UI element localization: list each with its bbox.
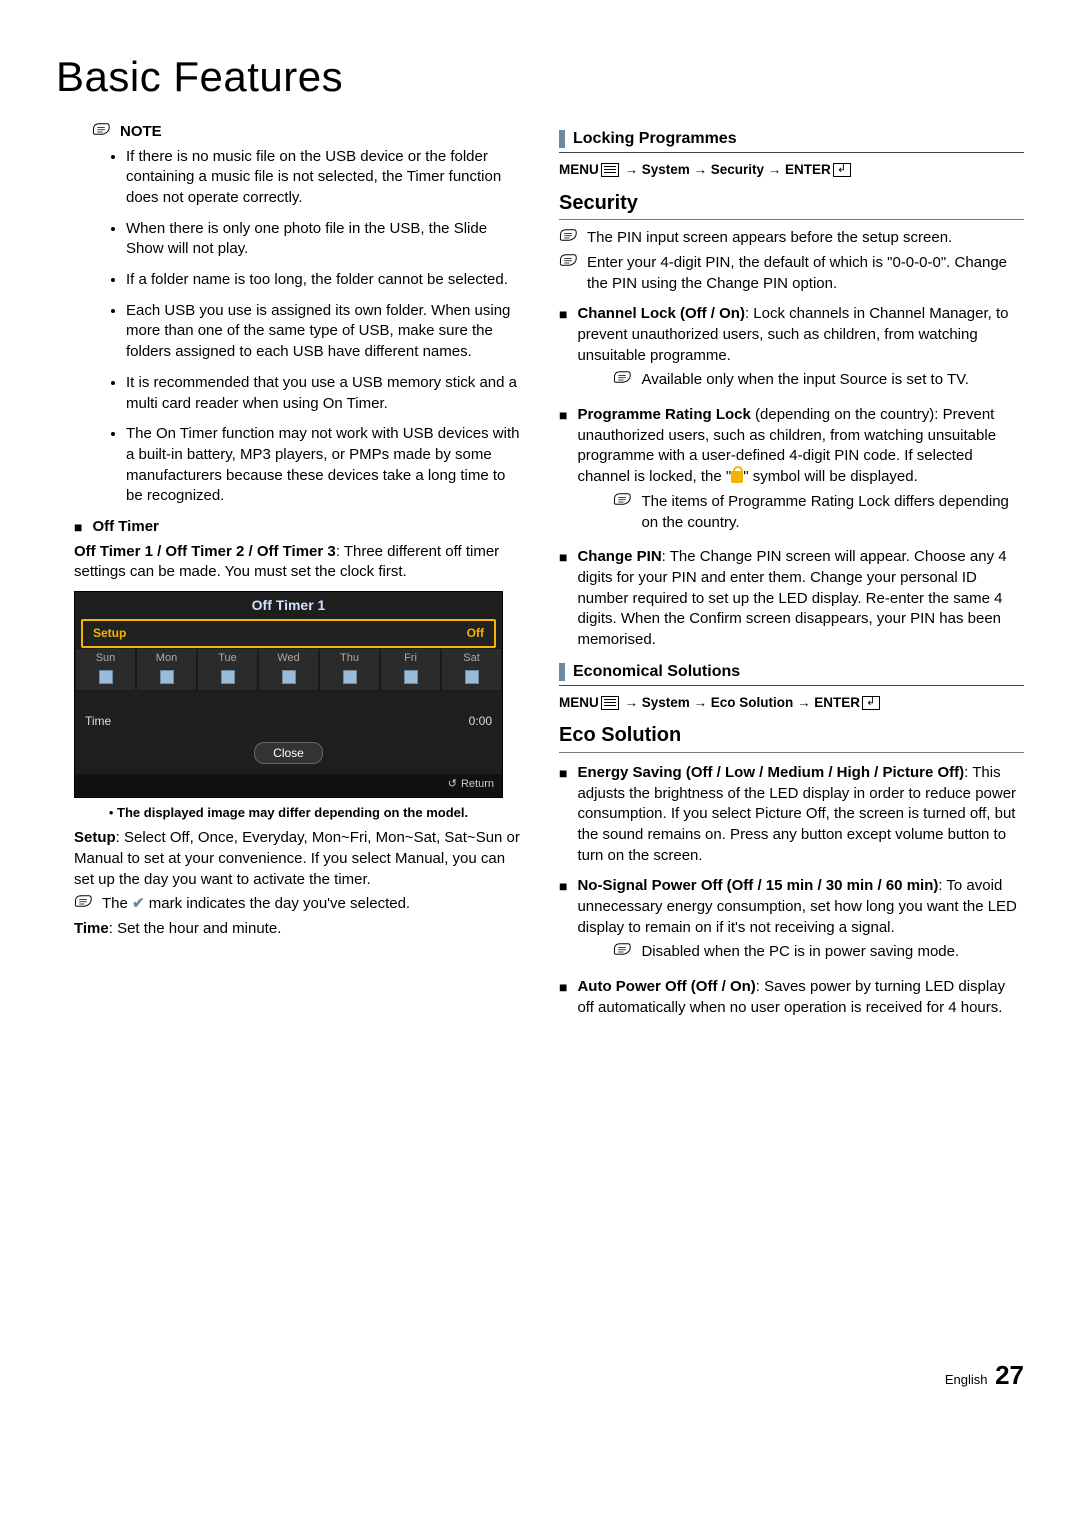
menu-icon — [601, 696, 619, 710]
change-pin-item: Change PIN: The Change PIN screen will a… — [577, 547, 1024, 650]
page-title: Basic Features — [56, 48, 1024, 106]
return-row[interactable]: ↺Return — [75, 774, 502, 797]
list-item: Each USB you use is assigned its own fol… — [126, 301, 521, 363]
timer-day-grid[interactable]: Sun Mon Tue Wed Thu Fri Sat — [75, 648, 502, 691]
note-icon — [613, 370, 631, 391]
prog-lock-subnote: The items of Programme Rating Lock diffe… — [641, 492, 1024, 533]
check-icon: ✔ — [132, 895, 145, 912]
list-item: If there is no music file on the USB dev… — [126, 147, 521, 209]
lock-icon — [731, 471, 743, 483]
model-disclaimer: • The displayed image may differ dependi… — [56, 804, 521, 822]
programme-rating-lock-item: Programme Rating Lock (depending on the … — [577, 405, 1024, 537]
menu-icon — [601, 163, 619, 177]
locking-header: Locking Programmes — [559, 128, 1024, 153]
day-cell[interactable]: Mon — [136, 648, 197, 691]
check-note: The ✔ mark indicates the day you've sele… — [102, 894, 410, 915]
square-bullet-icon: ■ — [559, 408, 567, 422]
close-button[interactable]: Close — [254, 742, 323, 765]
channel-lock-subnote: Available only when the input Source is … — [641, 370, 968, 391]
enter-icon — [862, 696, 880, 710]
enter-icon — [833, 163, 851, 177]
left-column: NOTE If there is no music file on the US… — [56, 118, 521, 1394]
square-bullet-icon: ■ — [559, 307, 567, 321]
eco-menupath: MENU → System → Eco Solution → ENTER — [559, 694, 1024, 713]
square-bullet-icon: ■ — [559, 879, 567, 893]
day-cell[interactable]: Fri — [380, 648, 441, 691]
security-header: Security — [559, 190, 1024, 221]
day-cell[interactable]: Sun — [75, 648, 136, 691]
eco-solution-header: Eco Solution — [559, 722, 1024, 753]
timer-box-title: Off Timer 1 — [75, 592, 502, 619]
day-cell[interactable]: Sat — [441, 648, 502, 691]
square-bullet-icon: ■ — [559, 766, 567, 780]
note-label: NOTE — [120, 122, 162, 143]
note-icon — [92, 122, 110, 143]
note-icon — [74, 894, 92, 915]
note-icon — [613, 492, 631, 513]
timer-time-label: Time — [85, 713, 111, 730]
autopower-item: Auto Power Off (Off / On): Saves power b… — [577, 977, 1024, 1018]
timer-time-row[interactable]: Time 0:00 — [75, 691, 502, 734]
nosignal-subnote: Disabled when the PC is in power saving … — [641, 942, 959, 963]
right-column: Locking Programmes MENU → System → Secur… — [559, 118, 1024, 1394]
off-timer-intro: Off Timer 1 / Off Timer 2 / Off Timer 3:… — [74, 542, 521, 583]
channel-lock-item: Channel Lock (Off / On): Lock channels i… — [577, 304, 1024, 395]
security-note-1: The PIN input screen appears before the … — [587, 228, 952, 249]
note-icon — [559, 253, 577, 274]
square-bullet-icon: ■ — [74, 520, 82, 534]
list-item: It is recommended that you use a USB mem… — [126, 373, 521, 414]
off-timer-screenshot: Off Timer 1 Setup Off Sun Mon Tue Wed Th… — [74, 591, 503, 798]
timer-setup-label: Setup — [93, 625, 126, 642]
security-note-2: Enter your 4-digit PIN, the default of w… — [587, 253, 1024, 294]
list-item: When there is only one photo file in the… — [126, 219, 521, 260]
locking-menupath: MENU → System → Security → ENTER — [559, 161, 1024, 180]
timer-time-value: 0:00 — [469, 713, 492, 730]
note-icon — [613, 942, 631, 963]
note-icon — [559, 228, 577, 249]
timer-setup-value: Off — [467, 625, 484, 642]
energy-saving-item: Energy Saving (Off / Low / Medium / High… — [577, 763, 1024, 866]
square-bullet-icon: ■ — [559, 550, 567, 564]
return-icon: ↺ — [448, 777, 457, 792]
economical-header: Economical Solutions — [559, 661, 1024, 686]
list-item: If a folder name is too long, the folder… — [126, 270, 521, 291]
timer-setup-row[interactable]: Setup Off — [81, 619, 496, 648]
day-cell[interactable]: Wed — [258, 648, 319, 691]
off-timer-label: Off Timer — [92, 517, 158, 538]
nosignal-item: No-Signal Power Off (Off / 15 min / 30 m… — [577, 876, 1024, 967]
day-cell[interactable]: Thu — [319, 648, 380, 691]
time-text: Time: Set the hour and minute. — [74, 919, 521, 940]
square-bullet-icon: ■ — [559, 980, 567, 994]
page-footer: English 27 — [559, 1358, 1024, 1394]
list-item: The On Timer function may not work with … — [126, 424, 521, 507]
day-cell[interactable]: Tue — [197, 648, 258, 691]
note-list: If there is no music file on the USB dev… — [110, 147, 521, 507]
setup-text: Setup: Select Off, Once, Everyday, Mon~F… — [74, 828, 521, 890]
